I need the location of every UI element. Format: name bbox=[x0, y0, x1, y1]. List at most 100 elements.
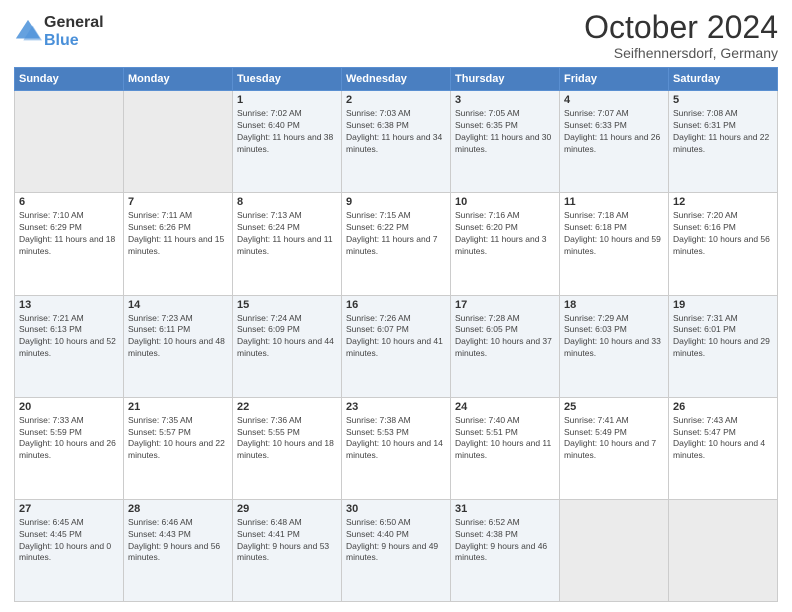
calendar-day-cell: 16 Sunrise: 7:26 AMSunset: 6:07 PMDayligh… bbox=[342, 295, 451, 397]
day-number: 19 bbox=[673, 299, 773, 311]
calendar-day-cell: 5Sunrise: 7:08 AMSunset: 6:31 PMDaylight… bbox=[669, 91, 778, 193]
day-number: 1 bbox=[237, 94, 337, 106]
day-detail: Sunrise: 7:05 AMSunset: 6:35 PMDaylight:… bbox=[455, 108, 555, 156]
day-number: 5 bbox=[673, 94, 773, 106]
calendar-day-cell: 4Sunrise: 7:07 AMSunset: 6:33 PMDaylight… bbox=[560, 91, 669, 193]
day-number: 27 bbox=[19, 503, 119, 515]
day-number: 26 bbox=[673, 401, 773, 413]
calendar-day-cell: 29 Sunrise: 6:48 AMSunset: 4:41 PMDayligh… bbox=[233, 499, 342, 601]
day-detail: Sunrise: 7:43 AMSunset: 5:47 PMDaylight:… bbox=[673, 415, 773, 463]
calendar-week-row: 1 Sunrise: 7:02 AMSunset: 6:40 PMDaylight… bbox=[15, 91, 778, 193]
calendar-day-cell: 31 Sunrise: 6:52 AMSunset: 4:38 PMDayligh… bbox=[451, 499, 560, 601]
calendar-day-cell: 20 Sunrise: 7:33 AMSunset: 5:59 PMDayligh… bbox=[15, 397, 124, 499]
day-number: 24 bbox=[455, 401, 555, 413]
day-detail: Sunrise: 7:28 AMSunset: 6:05 PMDaylight:… bbox=[455, 313, 555, 361]
calendar-day-cell: 6 Sunrise: 7:10 AMSunset: 6:29 PMDaylight… bbox=[15, 193, 124, 295]
calendar-day-cell bbox=[560, 499, 669, 601]
day-detail: Sunrise: 6:46 AMSunset: 4:43 PMDaylight:… bbox=[128, 517, 228, 565]
day-detail: Sunrise: 7:07 AMSunset: 6:33 PMDaylight:… bbox=[564, 108, 664, 156]
day-detail: Sunrise: 7:31 AMSunset: 6:01 PMDaylight:… bbox=[673, 313, 773, 361]
calendar-day-cell bbox=[669, 499, 778, 601]
calendar-day-cell: 23 Sunrise: 7:38 AMSunset: 5:53 PMDayligh… bbox=[342, 397, 451, 499]
day-number: 16 bbox=[346, 299, 446, 311]
day-number: 12 bbox=[673, 196, 773, 208]
calendar-day-cell: 22 Sunrise: 7:36 AMSunset: 5:55 PMDayligh… bbox=[233, 397, 342, 499]
calendar: SundayMondayTuesdayWednesdayThursdayFrid… bbox=[14, 67, 778, 602]
calendar-day-cell: 21 Sunrise: 7:35 AMSunset: 5:57 PMDayligh… bbox=[124, 397, 233, 499]
day-number: 21 bbox=[128, 401, 228, 413]
day-detail: Sunrise: 7:02 AMSunset: 6:40 PMDaylight:… bbox=[237, 108, 337, 156]
weekday-header: Monday bbox=[124, 68, 233, 91]
calendar-day-cell: 19 Sunrise: 7:31 AMSunset: 6:01 PMDayligh… bbox=[669, 295, 778, 397]
day-detail: Sunrise: 7:10 AMSunset: 6:29 PMDaylight:… bbox=[19, 210, 119, 258]
header: General Blue October 2024 Seifhennersdor… bbox=[14, 10, 778, 61]
day-detail: Sunrise: 6:52 AMSunset: 4:38 PMDaylight:… bbox=[455, 517, 555, 565]
calendar-day-cell: 24 Sunrise: 7:40 AMSunset: 5:51 PMDayligh… bbox=[451, 397, 560, 499]
page: General Blue October 2024 Seifhennersdor… bbox=[0, 0, 792, 612]
day-detail: Sunrise: 7:40 AMSunset: 5:51 PMDaylight:… bbox=[455, 415, 555, 463]
day-number: 18 bbox=[564, 299, 664, 311]
day-detail: Sunrise: 7:38 AMSunset: 5:53 PMDaylight:… bbox=[346, 415, 446, 463]
logo-text: General Blue bbox=[44, 14, 104, 49]
calendar-day-cell: 2 Sunrise: 7:03 AMSunset: 6:38 PMDaylight… bbox=[342, 91, 451, 193]
calendar-day-cell: 28Sunrise: 6:46 AMSunset: 4:43 PMDayligh… bbox=[124, 499, 233, 601]
day-number: 17 bbox=[455, 299, 555, 311]
day-number: 8 bbox=[237, 196, 337, 208]
calendar-day-cell: 15 Sunrise: 7:24 AMSunset: 6:09 PMDayligh… bbox=[233, 295, 342, 397]
weekday-header: Tuesday bbox=[233, 68, 342, 91]
day-detail: Sunrise: 6:48 AMSunset: 4:41 PMDaylight:… bbox=[237, 517, 337, 565]
day-number: 25 bbox=[564, 401, 664, 413]
calendar-day-cell: 3Sunrise: 7:05 AMSunset: 6:35 PMDaylight… bbox=[451, 91, 560, 193]
logo: General Blue bbox=[14, 14, 104, 49]
day-detail: Sunrise: 7:26 AMSunset: 6:07 PMDaylight:… bbox=[346, 313, 446, 361]
calendar-day-cell: 14Sunrise: 7:23 AMSunset: 6:11 PMDayligh… bbox=[124, 295, 233, 397]
calendar-day-cell: 10 Sunrise: 7:16 AMSunset: 6:20 PMDayligh… bbox=[451, 193, 560, 295]
calendar-week-row: 13Sunrise: 7:21 AMSunset: 6:13 PMDayligh… bbox=[15, 295, 778, 397]
day-detail: Sunrise: 7:18 AMSunset: 6:18 PMDaylight:… bbox=[564, 210, 664, 258]
calendar-day-cell: 25 Sunrise: 7:41 AMSunset: 5:49 PMDayligh… bbox=[560, 397, 669, 499]
day-detail: Sunrise: 7:35 AMSunset: 5:57 PMDaylight:… bbox=[128, 415, 228, 463]
logo-blue: Blue bbox=[44, 32, 104, 50]
calendar-day-cell: 11 Sunrise: 7:18 AMSunset: 6:18 PMDayligh… bbox=[560, 193, 669, 295]
day-detail: Sunrise: 7:15 AMSunset: 6:22 PMDaylight:… bbox=[346, 210, 446, 258]
day-detail: Sunrise: 7:33 AMSunset: 5:59 PMDaylight:… bbox=[19, 415, 119, 463]
calendar-week-row: 6 Sunrise: 7:10 AMSunset: 6:29 PMDaylight… bbox=[15, 193, 778, 295]
day-number: 30 bbox=[346, 503, 446, 515]
day-number: 23 bbox=[346, 401, 446, 413]
day-number: 15 bbox=[237, 299, 337, 311]
calendar-day-cell: 17 Sunrise: 7:28 AMSunset: 6:05 PMDayligh… bbox=[451, 295, 560, 397]
day-number: 31 bbox=[455, 503, 555, 515]
day-number: 6 bbox=[19, 196, 119, 208]
day-number: 10 bbox=[455, 196, 555, 208]
calendar-day-cell: 30 Sunrise: 6:50 AMSunset: 4:40 PMDayligh… bbox=[342, 499, 451, 601]
calendar-day-cell: 26 Sunrise: 7:43 AMSunset: 5:47 PMDayligh… bbox=[669, 397, 778, 499]
location: Seifhennersdorf, Germany bbox=[584, 45, 778, 61]
weekday-header: Thursday bbox=[451, 68, 560, 91]
day-detail: Sunrise: 7:13 AMSunset: 6:24 PMDaylight:… bbox=[237, 210, 337, 258]
day-detail: Sunrise: 7:41 AMSunset: 5:49 PMDaylight:… bbox=[564, 415, 664, 463]
day-number: 29 bbox=[237, 503, 337, 515]
day-number: 20 bbox=[19, 401, 119, 413]
title-block: October 2024 Seifhennersdorf, Germany bbox=[584, 10, 778, 61]
day-detail: Sunrise: 7:16 AMSunset: 6:20 PMDaylight:… bbox=[455, 210, 555, 258]
weekday-header: Saturday bbox=[669, 68, 778, 91]
calendar-day-cell: 1 Sunrise: 7:02 AMSunset: 6:40 PMDaylight… bbox=[233, 91, 342, 193]
logo-general: General bbox=[44, 14, 104, 32]
weekday-header: Friday bbox=[560, 68, 669, 91]
day-number: 7 bbox=[128, 196, 228, 208]
day-detail: Sunrise: 7:36 AMSunset: 5:55 PMDaylight:… bbox=[237, 415, 337, 463]
day-number: 11 bbox=[564, 196, 664, 208]
calendar-day-cell: 8 Sunrise: 7:13 AMSunset: 6:24 PMDaylight… bbox=[233, 193, 342, 295]
day-detail: Sunrise: 7:20 AMSunset: 6:16 PMDaylight:… bbox=[673, 210, 773, 258]
day-number: 9 bbox=[346, 196, 446, 208]
day-detail: Sunrise: 7:23 AMSunset: 6:11 PMDaylight:… bbox=[128, 313, 228, 361]
calendar-day-cell: 12 Sunrise: 7:20 AMSunset: 6:16 PMDayligh… bbox=[669, 193, 778, 295]
weekday-header: Wednesday bbox=[342, 68, 451, 91]
day-number: 22 bbox=[237, 401, 337, 413]
calendar-day-cell: 7Sunrise: 7:11 AMSunset: 6:26 PMDaylight… bbox=[124, 193, 233, 295]
day-detail: Sunrise: 7:24 AMSunset: 6:09 PMDaylight:… bbox=[237, 313, 337, 361]
day-detail: Sunrise: 6:50 AMSunset: 4:40 PMDaylight:… bbox=[346, 517, 446, 565]
day-number: 2 bbox=[346, 94, 446, 106]
calendar-week-row: 27Sunrise: 6:45 AMSunset: 4:45 PMDayligh… bbox=[15, 499, 778, 601]
day-detail: Sunrise: 7:03 AMSunset: 6:38 PMDaylight:… bbox=[346, 108, 446, 156]
